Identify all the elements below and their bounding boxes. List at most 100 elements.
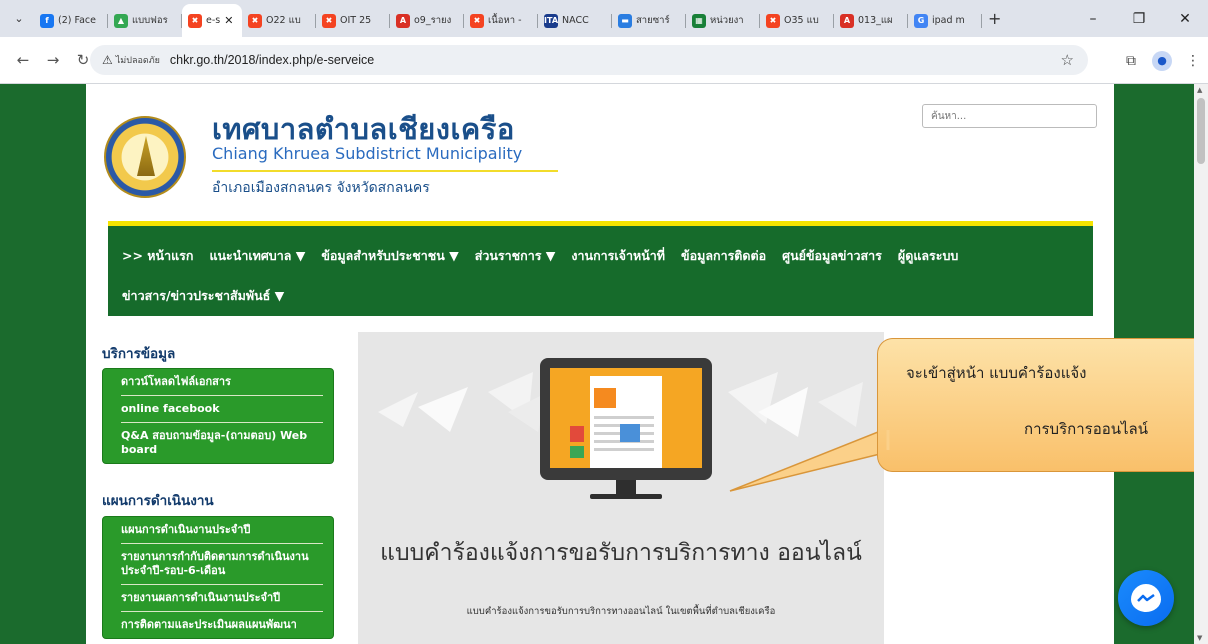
browser-tab[interactable]: ✖ OIT 25	[316, 6, 390, 36]
callout-line-1: จะเข้าสู่หน้า แบบคำร้องแจ้ง	[906, 364, 1087, 382]
sidebar-item[interactable]: รายงานการกำกับติดตามการดำเนินงานประจำปี-…	[121, 544, 323, 585]
nav-item[interactable]: งานการเจ้าหน้าที่	[571, 246, 665, 266]
tab-search-chevron-icon[interactable]: ⌄	[8, 8, 30, 30]
new-tab-button[interactable]: +	[988, 9, 1001, 28]
not-secure-label[interactable]: ไม่ปลอดภัย	[116, 53, 160, 67]
nav-item[interactable]: ผู้ดูแลระบบ	[898, 246, 958, 266]
sidebar-item[interactable]: แผนการดำเนินงานประจำปี	[121, 517, 323, 544]
tab-label: o9_รายง	[414, 15, 452, 26]
e-service-banner[interactable]: แบบคำร้องแจ้งการขอรับการบริการทาง ออนไลน…	[358, 332, 884, 644]
site-location: อำเภอเมืองสกลนคร จังหวัดสกลนคร	[212, 180, 430, 196]
tab-label: สายซาร์	[636, 15, 670, 26]
tab-label: แบบฟอร	[132, 15, 168, 26]
warning-triangle-icon[interactable]: ⚠	[102, 53, 113, 67]
messenger-chat-button[interactable]	[1118, 570, 1174, 626]
nav-row-secondary: ข่าวสาร/ข่าวประชาสัมพันธ์ ▼	[108, 276, 284, 316]
page-viewport: เทศบาลตำบลเชียงเครือ Chiang Khruea Subdi…	[0, 84, 1208, 644]
browser-tab[interactable]: ✖ O22 แบ	[242, 6, 316, 36]
kebab-menu-icon[interactable]: ⋮	[1178, 53, 1208, 69]
forward-arrow-icon[interactable]: →	[38, 51, 68, 69]
nav-item[interactable]: ข่าวสาร/ข่าวประชาสัมพันธ์ ▼	[122, 286, 284, 306]
tab-label: O22 แบ	[266, 15, 301, 26]
browser-tab[interactable]: ▦ หน่วยงา	[686, 6, 760, 36]
browser-tab[interactable]: ▲ แบบฟอร	[108, 6, 182, 36]
joomla-icon: ✖	[188, 13, 202, 28]
close-window-icon[interactable]: ✕	[1162, 11, 1208, 27]
browser-tab[interactable]: ✖ O35 แบ	[760, 6, 834, 36]
nav-item[interactable]: ข้อมูลการติดต่อ	[681, 246, 766, 266]
sidebar-menu: ดาวน์โหลดไฟล์เอกสาร online facebook Q&A สอ…	[102, 368, 334, 464]
scroll-down-arrow-icon[interactable]: ▼	[1197, 634, 1202, 642]
browser-tab[interactable]: ITA NACC	[538, 6, 612, 36]
restore-icon[interactable]: ❐	[1116, 11, 1162, 27]
nav-item[interactable]: แนะนำเทศบาล ▼	[209, 246, 305, 266]
nav-item[interactable]: >> หน้าแรก	[122, 246, 193, 266]
sidebar-item[interactable]: การติดตามและประเมินผลแผนพัฒนา	[121, 612, 323, 638]
sheets-icon: ▦	[692, 13, 706, 28]
tab-label: 013_แผ	[858, 15, 893, 26]
browser-tab[interactable]: ▬ สายซาร์	[612, 6, 686, 36]
browser-tab[interactable]: Ao9_รายง	[390, 6, 464, 36]
google-icon: G	[914, 13, 928, 28]
profile-avatar-icon[interactable]: ●	[1152, 50, 1172, 71]
google-drive-icon: ▲	[114, 13, 128, 28]
title-underline	[212, 170, 558, 172]
tab-close-icon[interactable]: ✕	[224, 14, 233, 27]
minimize-icon[interactable]: –	[1070, 11, 1116, 27]
site-icon: ▬	[618, 13, 632, 28]
banner-description: แบบคำร้องแจ้งการขอรับการบริการทางออนไลน์…	[466, 606, 776, 617]
browser-tab[interactable]: A 013_แผ	[834, 6, 908, 36]
bookmark-star-icon[interactable]: ☆	[1061, 51, 1074, 69]
tab-label: (2) Face	[58, 15, 96, 26]
main-navigation: >> หน้าแรก แนะนำเทศบาล ▼ ข้อมูลสำหรับประชา…	[108, 221, 1093, 316]
nav-row-primary: >> หน้าแรก แนะนำเทศบาล ▼ ข้อมูลสำหรับประชา…	[108, 236, 958, 276]
tab-label: NACC	[562, 15, 589, 26]
pdf-icon: A	[840, 13, 854, 28]
address-bar[interactable]: ⚠ ไม่ปลอดภัย chkr.go.th/2018/index.php/e…	[90, 45, 1088, 75]
scroll-up-arrow-icon[interactable]: ▲	[1197, 86, 1202, 94]
messenger-icon	[1131, 584, 1161, 612]
pdf-icon: A	[396, 13, 410, 28]
sidebar-item[interactable]: online facebook	[121, 396, 323, 423]
joomla-icon: ✖	[322, 13, 336, 28]
tab-list: f (2) Face ▲ แบบฟอร ✖ e-s ✕ ✖ O22 แบ ✖ OIT 25 Ao9_ร…	[34, 0, 982, 37]
browser-tab[interactable]: ✖ e-s ✕	[182, 4, 242, 37]
browser-tab[interactable]: f (2) Face	[34, 6, 108, 36]
tab-label: e-s	[206, 15, 221, 26]
back-arrow-icon[interactable]: ←	[8, 51, 38, 69]
callout-line-2: การบริการออนไลน์	[1024, 420, 1148, 438]
sidebar-item[interactable]: Q&A สอบถามข้อมูล-(ถามตอบ) Web board	[121, 423, 323, 463]
browser-tab[interactable]: ✖ เนื้อหา -	[464, 6, 538, 36]
tab-label: O35 แบ	[784, 15, 819, 26]
sidebar-heading: แผนการดำเนินงาน	[102, 493, 214, 509]
tab-label: ipad m	[932, 15, 965, 26]
browser-tab[interactable]: Gipad m	[908, 6, 982, 36]
url-text[interactable]: chkr.go.th/2018/index.php/e-serveice	[170, 53, 374, 67]
sidebar-menu: แผนการดำเนินงานประจำปี รายงานการกำกับติดต…	[102, 516, 334, 639]
search-input[interactable]	[922, 104, 1097, 128]
joomla-icon: ✖	[766, 13, 780, 28]
sidebar-item[interactable]: รายงานผลการดำเนินงานประจำปี	[121, 585, 323, 612]
joomla-icon: ✖	[470, 13, 484, 28]
tab-label: OIT 25	[340, 15, 372, 26]
facebook-icon: f	[40, 13, 54, 28]
page-scrollbar[interactable]: ▲ ▼	[1194, 84, 1208, 644]
annotation-callout: จะเข้าสู่หน้า แบบคำร้องแจ้ง การบริการออน…	[877, 338, 1208, 472]
window-controls: – ❐ ✕	[1070, 0, 1208, 37]
banner-title[interactable]: แบบคำร้องแจ้งการขอรับการบริการทาง ออนไลน…	[358, 538, 884, 569]
browser-tab-strip: ⌄ f (2) Face ▲ แบบฟอร ✖ e-s ✕ ✖ O22 แบ ✖ OIT 25 Ao9…	[0, 0, 1208, 37]
scrollbar-thumb[interactable]	[1197, 98, 1205, 164]
toolbar-right: ⧉ ● ⋮	[1116, 37, 1208, 84]
nav-item[interactable]: ศูนย์ข้อมูลข่าวสาร	[782, 246, 882, 266]
sidebar-item[interactable]: ดาวน์โหลดไฟล์เอกสาร	[121, 369, 323, 396]
nav-item[interactable]: ข้อมูลสำหรับประชาชน ▼	[321, 246, 458, 266]
monitor-illustration	[540, 358, 712, 480]
extensions-puzzle-icon[interactable]: ⧉	[1116, 53, 1146, 69]
municipality-seal-logo[interactable]	[104, 116, 186, 198]
nav-item[interactable]: ส่วนราชการ ▼	[475, 246, 556, 266]
ita-icon: ITA	[544, 13, 558, 28]
browser-toolbar: ← → ↻ ⚠ ไม่ปลอดภัย chkr.go.th/2018/index…	[0, 37, 1208, 84]
sidebar-heading: บริการข้อมูล	[102, 346, 176, 362]
joomla-icon: ✖	[248, 13, 262, 28]
site-subtitle: Chiang Khruea Subdistrict Municipality	[212, 144, 523, 163]
